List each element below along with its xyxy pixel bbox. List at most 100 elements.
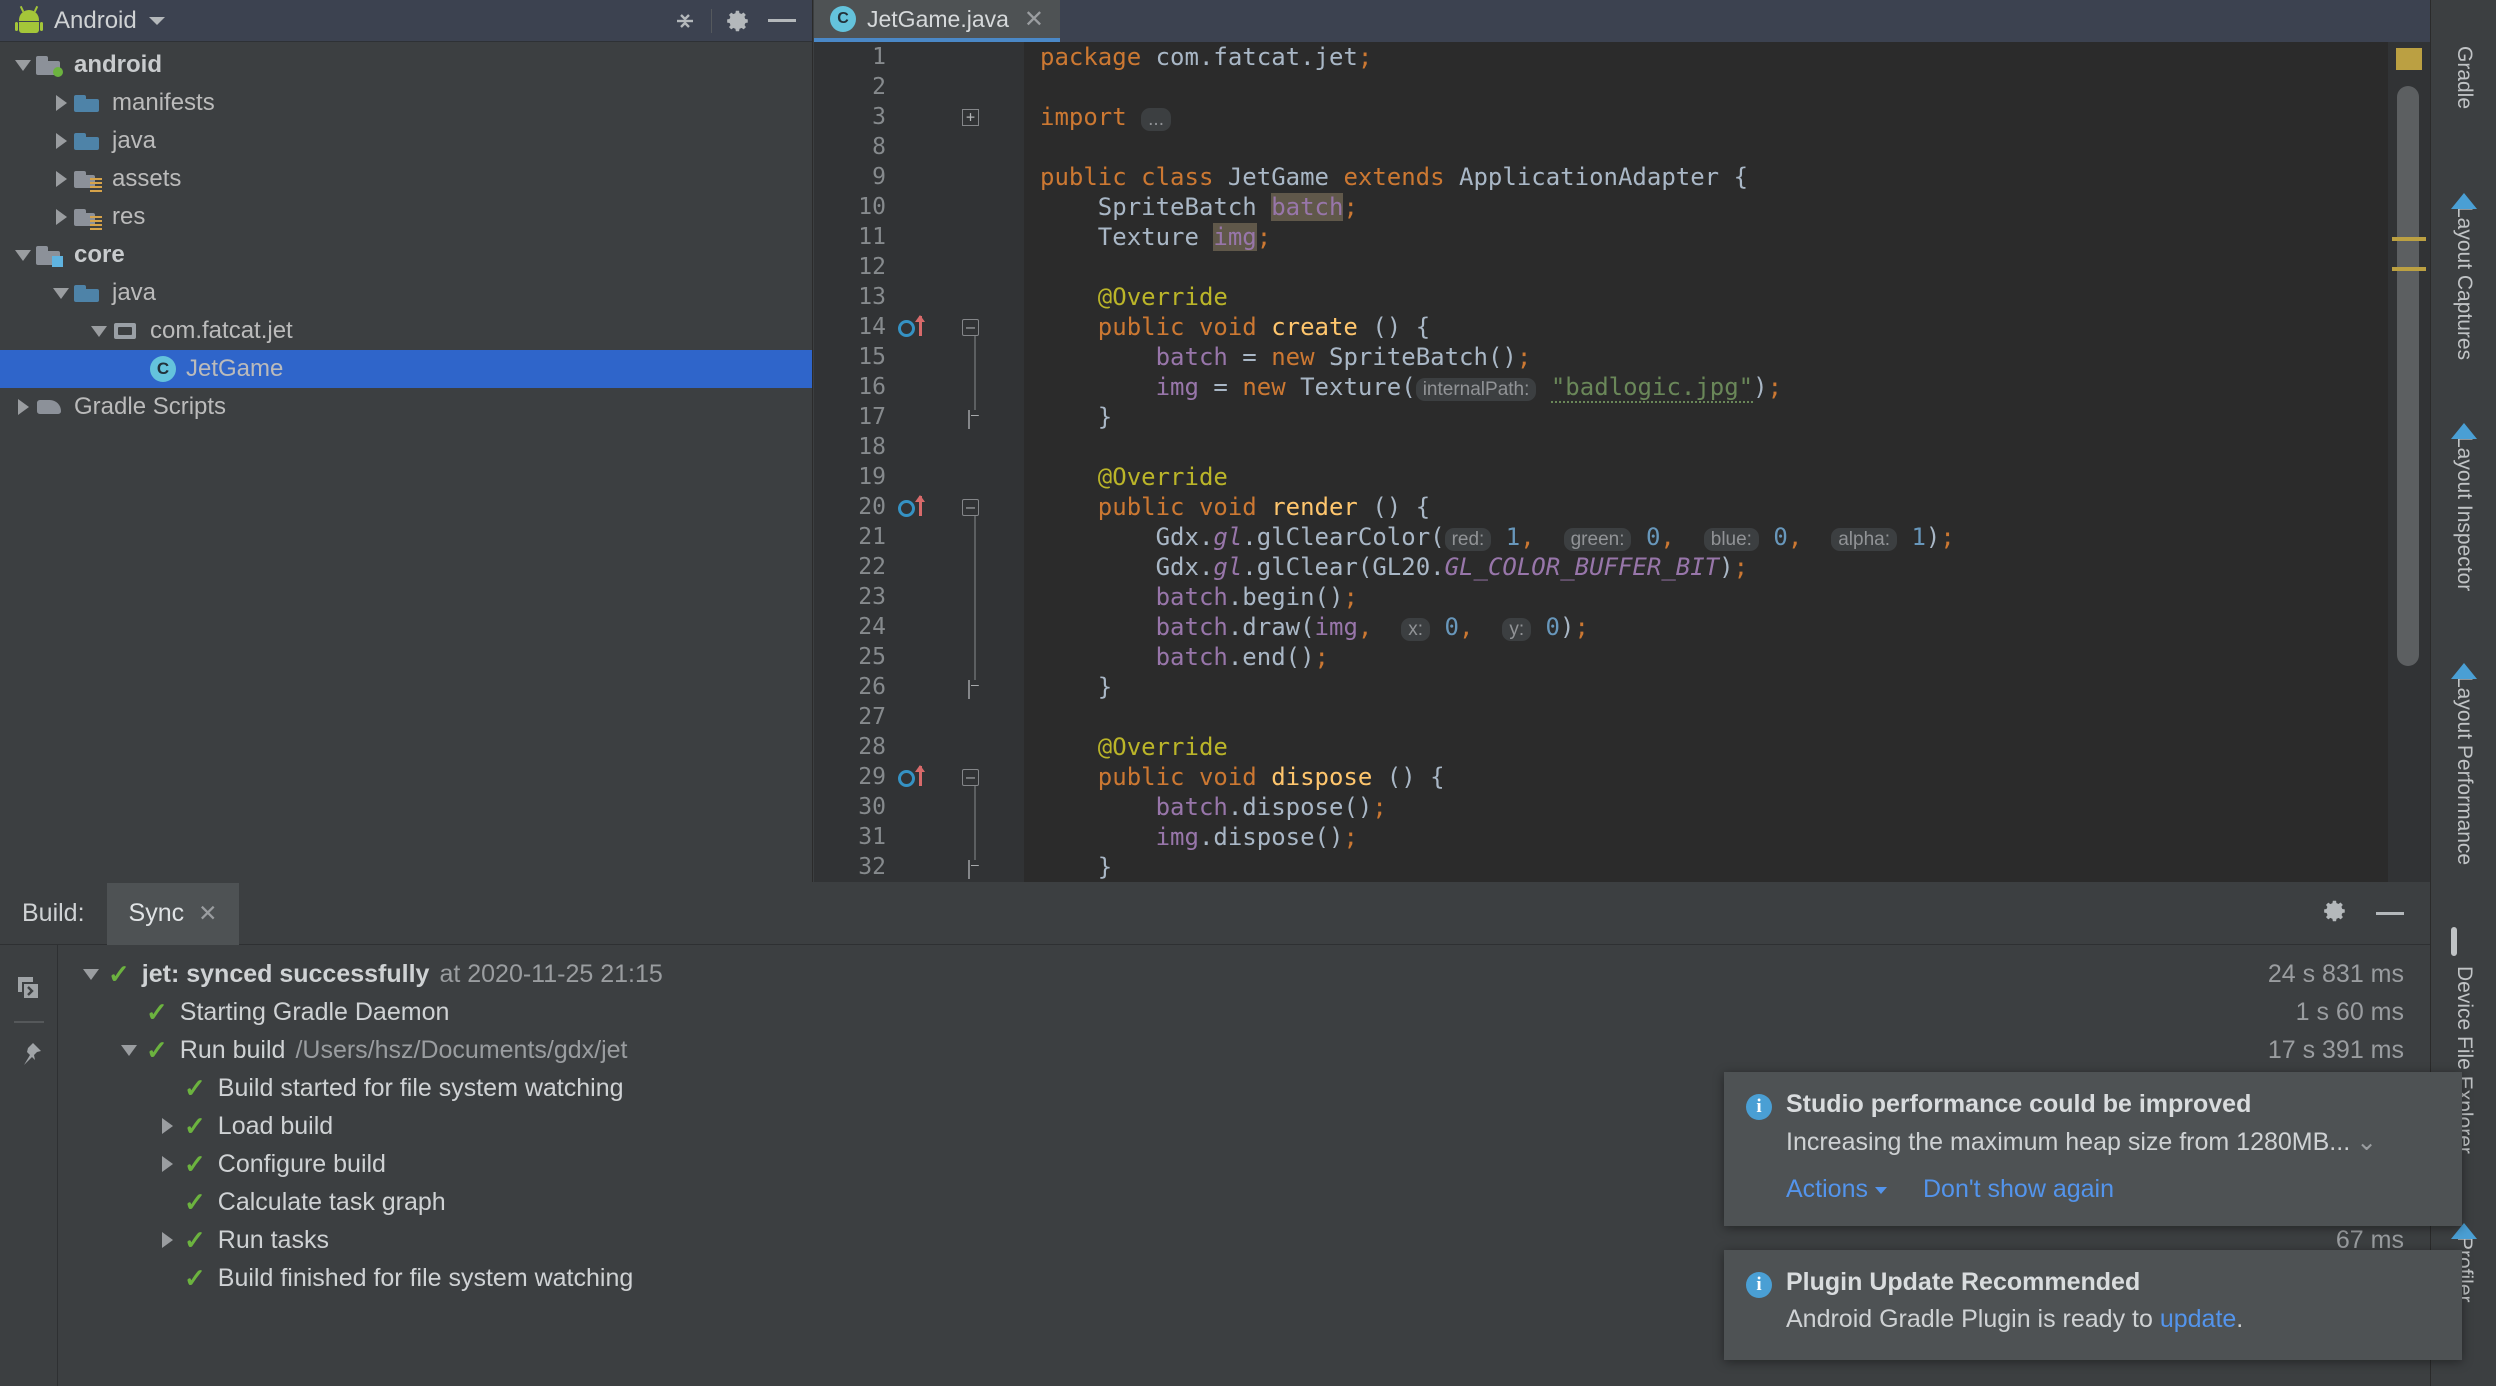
- editor-code-text[interactable]: package com.fatcat.jet; import ... publi…: [1024, 42, 2430, 882]
- code-line-14[interactable]: public void create () {: [1040, 312, 2430, 342]
- gutter-line-13[interactable]: 13: [814, 282, 1024, 312]
- twisty-open-icon[interactable]: [74, 968, 108, 980]
- code-line-22[interactable]: Gdx.gl.glClear(GL20.GL_COLOR_BUFFER_BIT)…: [1040, 552, 2430, 582]
- gutter-line-29[interactable]: 29 –: [814, 762, 1024, 792]
- minimize-icon[interactable]: [2376, 912, 2404, 915]
- code-line-24[interactable]: batch.draw(img, x: 0, y: 0);: [1040, 612, 2430, 642]
- sidebar-item-gradle[interactable]: Gradle: [2431, 10, 2496, 109]
- fold-end-icon[interactable]: [968, 410, 981, 429]
- gutter-line-12[interactable]: 12: [814, 252, 1024, 282]
- editor-gutter[interactable]: 123+891011121314–151617181920–2122232425…: [814, 42, 1024, 882]
- project-tree-item-java[interactable]: java: [0, 274, 812, 312]
- twisty-closed-icon[interactable]: [150, 1156, 184, 1172]
- gutter-line-18[interactable]: 18: [814, 432, 1024, 462]
- twisty-open-icon[interactable]: [112, 1044, 146, 1056]
- project-file-tree[interactable]: android manifests java assets res core java com…: [0, 42, 812, 426]
- project-tree-item-core[interactable]: core: [0, 236, 812, 274]
- gutter-line-19[interactable]: 19: [814, 462, 1024, 492]
- code-line-2[interactable]: [1040, 72, 2430, 102]
- code-line-31[interactable]: img.dispose();: [1040, 822, 2430, 852]
- pin-icon[interactable]: [0, 1027, 57, 1083]
- project-tree-item-assets[interactable]: assets: [0, 160, 812, 198]
- gutter-line-24[interactable]: 24: [814, 612, 1024, 642]
- code-line-30[interactable]: batch.dispose();: [1040, 792, 2430, 822]
- sidebar-item-layout-performance[interactable]: Layout Performance: [2431, 640, 2496, 865]
- code-line-21[interactable]: Gdx.gl.glClearColor(red: 1, green: 0, bl…: [1040, 522, 2430, 552]
- project-tree-item-gradle-scripts[interactable]: Gradle Scripts: [0, 388, 812, 426]
- gutter-line-25[interactable]: 25: [814, 642, 1024, 672]
- minimize-icon[interactable]: [760, 0, 804, 42]
- override-method-marker-icon[interactable]: [898, 495, 932, 518]
- code-line-13[interactable]: @Override: [1040, 282, 2430, 312]
- chevron-down-icon[interactable]: ⌄: [2356, 1127, 2377, 1157]
- twisty-closed-icon[interactable]: [150, 1118, 184, 1134]
- code-line-3[interactable]: import ...: [1040, 102, 2430, 132]
- project-tree-item-jetgame[interactable]: C JetGame: [0, 350, 812, 388]
- code-line-1[interactable]: package com.fatcat.jet;: [1040, 42, 2430, 72]
- project-tree-item-android[interactable]: android: [0, 46, 812, 84]
- code-line-16[interactable]: img = new Texture(internalPath: "badlogi…: [1040, 372, 2430, 403]
- gear-icon[interactable]: [2322, 898, 2348, 929]
- code-line-8[interactable]: [1040, 132, 2430, 162]
- notification-studio-performance[interactable]: i Studio performance could be improved I…: [1724, 1072, 2462, 1226]
- gutter-line-17[interactable]: 17: [814, 402, 1024, 432]
- code-line-26[interactable]: }: [1040, 672, 2430, 702]
- build-tree-item[interactable]: ✓ Starting Gradle Daemon 1 s 60 ms: [58, 993, 2430, 1031]
- twisty-open-icon[interactable]: [10, 249, 36, 261]
- error-stripe-scrollbar[interactable]: [2388, 42, 2430, 882]
- code-line-11[interactable]: Texture img;: [1040, 222, 2430, 252]
- twisty-open-icon[interactable]: [86, 325, 112, 337]
- twisty-open-icon[interactable]: [10, 59, 36, 71]
- sidebar-item-layout-captures[interactable]: Layout Captures: [2431, 170, 2496, 360]
- gutter-line-27[interactable]: 27: [814, 702, 1024, 732]
- analysis-status-indicator[interactable]: [2396, 48, 2422, 70]
- gutter-line-20[interactable]: 20 –: [814, 492, 1024, 522]
- dont-show-again-link[interactable]: Don't show again: [1923, 1175, 2114, 1204]
- fold-collapse-icon[interactable]: –: [962, 499, 979, 516]
- gutter-line-15[interactable]: 15: [814, 342, 1024, 372]
- project-tree-item-res[interactable]: res: [0, 198, 812, 236]
- update-link[interactable]: update: [2160, 1305, 2236, 1333]
- code-line-29[interactable]: public void dispose () {: [1040, 762, 2430, 792]
- twisty-open-icon[interactable]: [48, 287, 74, 299]
- code-line-12[interactable]: [1040, 252, 2430, 282]
- gutter-line-23[interactable]: 23: [814, 582, 1024, 612]
- project-view-selector-label[interactable]: Android: [54, 7, 137, 35]
- fold-end-icon[interactable]: [968, 860, 981, 879]
- editor-scrollbar-thumb[interactable]: [2397, 86, 2419, 666]
- fold-end-icon[interactable]: [968, 680, 981, 699]
- twisty-closed-icon[interactable]: [150, 1232, 184, 1248]
- gutter-line-16[interactable]: 16: [814, 372, 1024, 402]
- twisty-closed-icon[interactable]: [10, 399, 36, 415]
- close-icon[interactable]: ✕: [198, 900, 217, 927]
- code-line-19[interactable]: @Override: [1040, 462, 2430, 492]
- code-editor[interactable]: 123+891011121314–151617181920–2122232425…: [814, 42, 2430, 882]
- gutter-line-1[interactable]: 1: [814, 42, 1024, 72]
- code-line-32[interactable]: }: [1040, 852, 2430, 882]
- code-line-28[interactable]: @Override: [1040, 732, 2430, 762]
- gutter-line-28[interactable]: 28: [814, 732, 1024, 762]
- gutter-line-2[interactable]: 2: [814, 72, 1024, 102]
- code-line-27[interactable]: [1040, 702, 2430, 732]
- gutter-line-10[interactable]: 10: [814, 192, 1024, 222]
- code-line-9[interactable]: public class JetGame extends Application…: [1040, 162, 2430, 192]
- stripe-warning-mark[interactable]: [2392, 267, 2426, 271]
- project-tree-item-manifests[interactable]: manifests: [0, 84, 812, 122]
- code-line-18[interactable]: [1040, 432, 2430, 462]
- code-line-23[interactable]: batch.begin();: [1040, 582, 2430, 612]
- gutter-line-26[interactable]: 26: [814, 672, 1024, 702]
- gutter-line-8[interactable]: 8: [814, 132, 1024, 162]
- build-tab-sync[interactable]: Sync ✕: [106, 882, 240, 945]
- gutter-line-9[interactable]: 9: [814, 162, 1024, 192]
- code-line-25[interactable]: batch.end();: [1040, 642, 2430, 672]
- twisty-closed-icon[interactable]: [48, 133, 74, 149]
- collapse-all-icon[interactable]: [663, 0, 707, 42]
- fold-collapse-icon[interactable]: –: [962, 319, 979, 336]
- build-tree-item[interactable]: ✓ Run build/Users/hsz/Documents/gdx/jet 17…: [58, 1031, 2430, 1069]
- twisty-closed-icon[interactable]: [48, 95, 74, 111]
- gutter-line-3[interactable]: 3 +: [814, 102, 1024, 132]
- code-line-20[interactable]: public void render () {: [1040, 492, 2430, 522]
- gear-icon[interactable]: [716, 0, 760, 42]
- gutter-line-31[interactable]: 31: [814, 822, 1024, 852]
- twisty-closed-icon[interactable]: [48, 209, 74, 225]
